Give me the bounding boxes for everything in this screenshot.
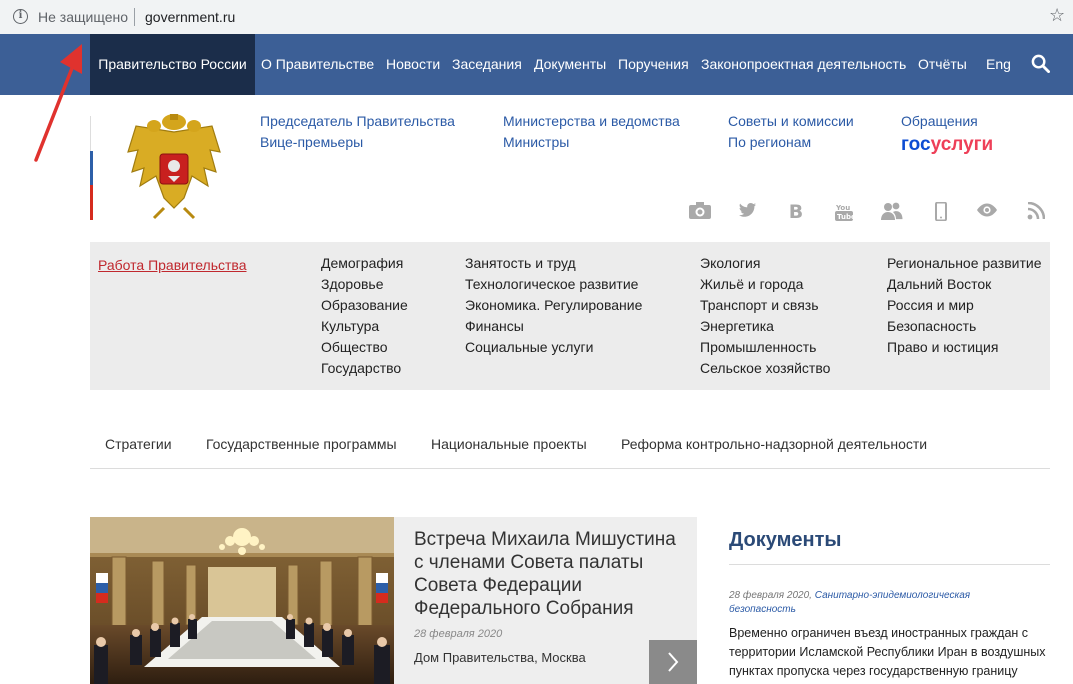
- top-navigation: Правительство России О Правительстве Нов…: [0, 34, 1073, 95]
- mobile-icon[interactable]: [930, 201, 952, 222]
- svg-text:You: You: [835, 204, 850, 212]
- topic-link[interactable]: Экология: [700, 253, 830, 274]
- link-regions[interactable]: По регионам: [728, 134, 811, 150]
- topic-link[interactable]: Социальные услуги: [465, 337, 642, 358]
- link-appeals[interactable]: Обращения: [901, 113, 978, 129]
- news-photo[interactable]: [90, 517, 394, 684]
- nav-item-news[interactable]: Новости: [386, 34, 440, 95]
- topic-link[interactable]: Россия и мир: [887, 295, 1042, 316]
- link-councils[interactable]: Советы и комиссии: [728, 113, 854, 129]
- news-title[interactable]: Встреча Михаила Мишустина с членами Сове…: [414, 528, 689, 620]
- topic-link[interactable]: Технологическое развитие: [465, 274, 642, 295]
- nav-item-about[interactable]: О Правительстве: [261, 34, 374, 95]
- eye-icon[interactable]: [976, 202, 998, 222]
- address-separator: [134, 8, 135, 26]
- topic-link[interactable]: Промышленность: [700, 337, 830, 358]
- gosuslugi-logo[interactable]: госуслуги: [901, 134, 993, 156]
- url-field[interactable]: government.ru: [145, 9, 235, 25]
- topic-link[interactable]: Региональное развитие: [887, 253, 1042, 274]
- divider: [729, 564, 1050, 565]
- link-chairman[interactable]: Председатель Правительства: [260, 113, 455, 129]
- subnav-state-programs[interactable]: Государственные программы: [206, 436, 397, 452]
- chevron-right-icon[interactable]: [649, 640, 697, 684]
- topic-link[interactable]: Транспорт и связь: [700, 295, 830, 316]
- news-place: Дом Правительства, Москва: [414, 650, 586, 665]
- security-label[interactable]: Не защищено: [38, 9, 128, 25]
- info-icon[interactable]: i: [13, 9, 28, 24]
- link-ministers[interactable]: Министры: [503, 134, 569, 150]
- nav-item-legislation[interactable]: Законопроектная деятельность: [701, 34, 906, 95]
- camera-icon[interactable]: [688, 202, 711, 222]
- topics-column-3: Экология Жильё и города Транспорт и связ…: [700, 253, 830, 379]
- twitter-icon[interactable]: [737, 202, 759, 222]
- subnav-national-projects[interactable]: Национальные проекты: [431, 436, 587, 452]
- link-ministries[interactable]: Министерства и ведомства: [503, 113, 680, 129]
- topic-link[interactable]: Право и юстиция: [887, 337, 1042, 358]
- topic-link[interactable]: Занятость и труд: [465, 253, 642, 274]
- topics-column-2: Занятость и труд Технологическое развити…: [465, 253, 642, 358]
- topic-link[interactable]: Экономика. Регулирование: [465, 295, 642, 316]
- annotation-arrow: [34, 44, 82, 162]
- topic-link[interactable]: Энергетика: [700, 316, 830, 337]
- document-date: 28 февраля 2020,: [729, 590, 812, 601]
- vk-icon[interactable]: B: [785, 202, 807, 222]
- topic-link[interactable]: Государство: [321, 358, 408, 379]
- star-icon[interactable]: ☆: [1049, 5, 1065, 26]
- topic-link[interactable]: Демография: [321, 253, 408, 274]
- search-icon[interactable]: [1031, 54, 1050, 73]
- nav-item-orders[interactable]: Поручения: [618, 34, 689, 95]
- nav-item-meetings[interactable]: Заседания: [452, 34, 522, 95]
- users-icon[interactable]: [881, 202, 903, 222]
- topic-link[interactable]: Финансы: [465, 316, 642, 337]
- document-meta: 28 февраля 2020, Санитарно-эпидемиологич…: [729, 589, 1029, 617]
- news-date: 28 февраля 2020: [414, 628, 503, 640]
- topic-link[interactable]: Культура: [321, 316, 408, 337]
- topic-link[interactable]: Безопасность: [887, 316, 1042, 337]
- flag-stripe: [90, 116, 93, 220]
- nav-item-english[interactable]: Eng: [986, 34, 1011, 95]
- svg-text:Tube: Tube: [837, 213, 854, 221]
- coat-of-arms-icon[interactable]: [124, 112, 224, 220]
- topic-link[interactable]: Общество: [321, 337, 408, 358]
- browser-address-bar: i Не защищено government.ru ☆: [0, 0, 1073, 34]
- documents-heading[interactable]: Документы: [729, 529, 841, 552]
- topic-link[interactable]: Здоровье: [321, 274, 408, 295]
- topic-link[interactable]: Образование: [321, 295, 408, 316]
- link-vice-premiers[interactable]: Вице-премьеры: [260, 134, 363, 150]
- topics-column-4: Региональное развитие Дальний Восток Рос…: [887, 253, 1042, 358]
- topic-link[interactable]: Сельское хозяйство: [700, 358, 830, 379]
- document-summary[interactable]: Временно ограничен въезд иностранных гра…: [729, 624, 1054, 684]
- youtube-icon[interactable]: You Tube: [833, 202, 856, 222]
- work-of-government-link[interactable]: Работа Правительства: [98, 257, 247, 273]
- nav-home-link[interactable]: Правительство России: [90, 34, 255, 95]
- topic-link[interactable]: Жильё и города: [700, 274, 830, 295]
- rss-icon[interactable]: [1025, 201, 1047, 222]
- nav-item-documents[interactable]: Документы: [534, 34, 606, 95]
- nav-item-reports[interactable]: Отчёты: [918, 34, 967, 95]
- topic-link[interactable]: Дальний Восток: [887, 274, 1042, 295]
- topics-column-1: Демография Здоровье Образование Культура…: [321, 253, 408, 379]
- divider: [90, 468, 1050, 469]
- subnav-control-reform[interactable]: Реформа контрольно-надзорной деятельност…: [621, 436, 927, 452]
- subnav-strategies[interactable]: Стратегии: [105, 436, 172, 452]
